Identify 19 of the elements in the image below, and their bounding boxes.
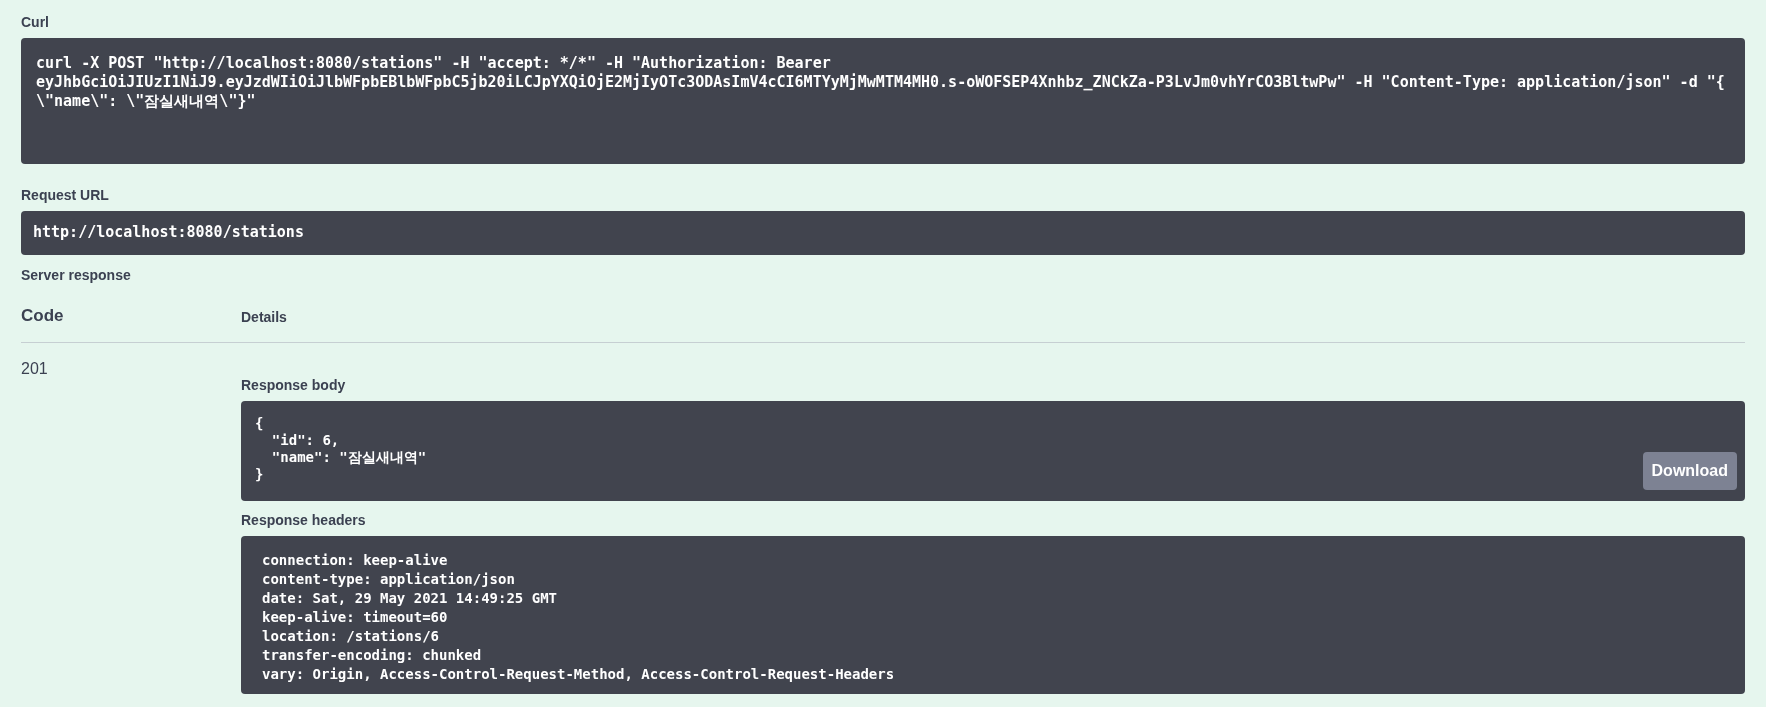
- curl-command: curl -X POST "http://localhost:8080/stations" -H "accept: */*" -H "Authorization: Bearer eyJhbGciOiJIUzI1NiJ9.eyJzdWIiOiJlbWFpbEBlbWFpbC5jb20iLCJpYXQiOjE2MjIyOTc3ODAsImV4cCI6MTYyMjMwMTM4MH0.s-oWOFSEP4Xnhbz_ZNCkZa-P3LvJm0vhYrCO3BltwPw" -H "Content-Type: application/json" -d "{ \"name\": \"잠실새내역\"}": [21, 38, 1745, 164]
- section-label: Request URL: [21, 186, 110, 205]
- column-header: Details: [241, 308, 287, 327]
- section-label: Response body: [241, 376, 347, 395]
- request-url: http://localhost:8080/stations: [21, 211, 1745, 255]
- download-button[interactable]: Download: [1642, 452, 1737, 490]
- section-label: Curl: [21, 13, 50, 32]
- header-line: connection: keep-alive: [262, 551, 449, 570]
- header-line: transfer-encoding: chunked: [262, 646, 483, 665]
- column-header: Code: [21, 304, 65, 327]
- response-body: { "id": 6, "name": "잠실새내역" }: [255, 415, 427, 483]
- header-line: date: Sat, 29 May 2021 14:49:25 GMT: [262, 589, 558, 608]
- section-label: Response headers: [241, 511, 367, 530]
- status-code: 201: [21, 359, 49, 379]
- header-line: keep-alive: timeout=60: [262, 608, 449, 627]
- header-line: content-type: application/json: [262, 570, 516, 589]
- header-line: vary: Origin, Access-Control-Request-Method, Access-Control-Request-Headers: [262, 665, 896, 684]
- header-line: location: /stations/6: [262, 627, 440, 646]
- section-label: Server response: [21, 266, 132, 285]
